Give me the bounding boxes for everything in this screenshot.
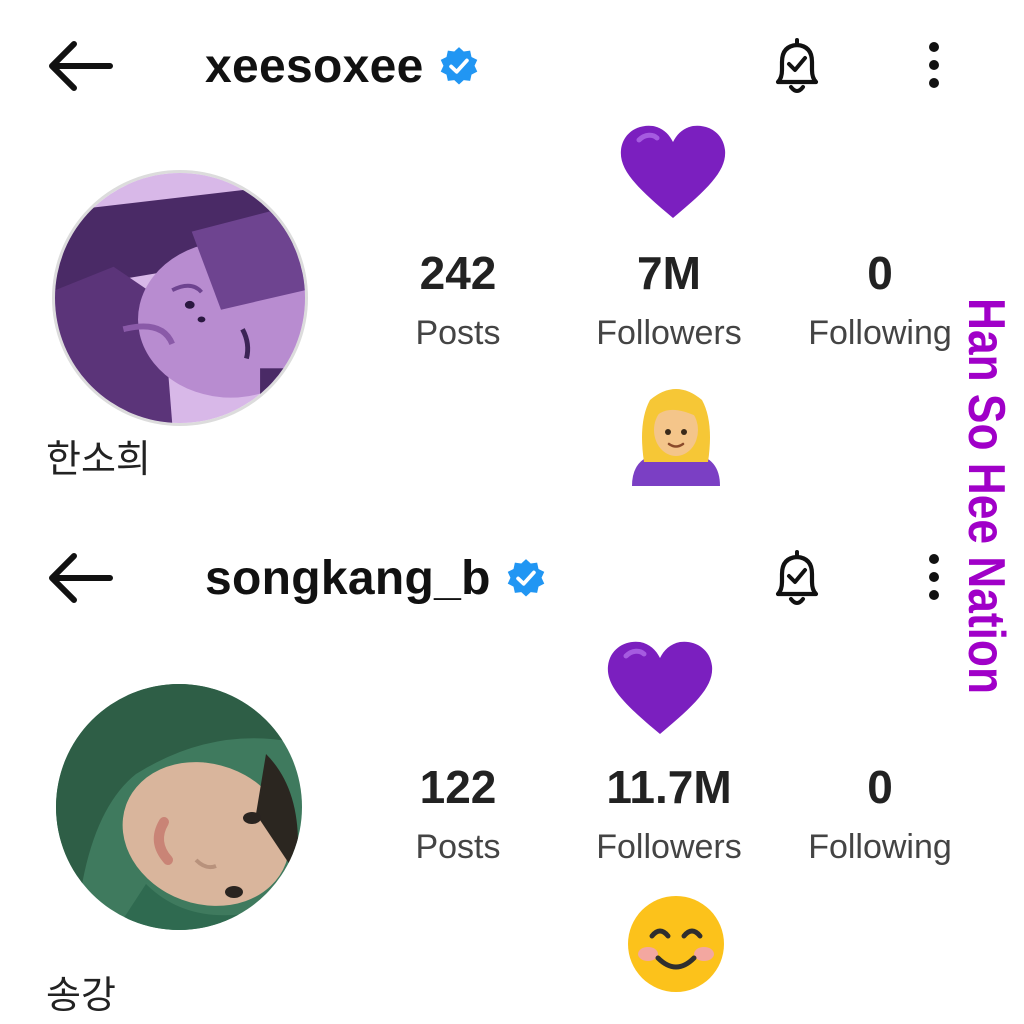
stat-posts-label: Posts	[415, 828, 501, 866]
stat-followers[interactable]: 11.7M Followers	[576, 760, 762, 868]
more-options-button[interactable]	[912, 548, 956, 608]
back-button[interactable]	[44, 548, 116, 608]
stat-followers-value: 11.7M	[606, 761, 732, 813]
verified-badge-icon	[505, 557, 547, 599]
purple-heart-emoji	[617, 122, 729, 222]
verified-badge-icon	[438, 45, 480, 87]
stat-followers-value: 7M	[637, 247, 701, 299]
notifications-button[interactable]	[764, 34, 830, 100]
back-button[interactable]	[44, 36, 116, 96]
username: songkang_b	[205, 551, 491, 605]
more-vertical-icon	[929, 42, 939, 88]
avatar[interactable]	[52, 170, 308, 426]
bell-check-icon	[775, 550, 819, 605]
stat-posts-value: 122	[419, 761, 497, 813]
purple-heart-emoji	[604, 638, 716, 738]
username: xeesoxee	[205, 39, 424, 93]
notifications-button[interactable]	[764, 546, 830, 612]
more-vertical-icon	[929, 554, 939, 600]
stat-following-value: 0	[867, 247, 893, 299]
profile-header: songkang_b	[205, 546, 547, 610]
stat-following-value: 0	[867, 761, 893, 813]
full-name: 한소희	[46, 439, 151, 481]
stat-following-label: Following	[808, 314, 952, 352]
stat-following-label: Following	[808, 828, 952, 866]
arrow-left-icon	[49, 41, 113, 91]
profile-card-1: xeesoxee 한소희 242 Posts 7M Followers 0 Fo…	[0, 0, 1024, 512]
avatar[interactable]	[56, 684, 302, 930]
full-name: 송강	[46, 975, 116, 1017]
more-options-button[interactable]	[912, 36, 956, 96]
profile-card-2: songkang_b 송강 122 Posts 11.7M Followers …	[0, 512, 1024, 1024]
stat-followers[interactable]: 7M Followers	[576, 246, 762, 354]
smiling-face-blush-emoji	[624, 892, 728, 996]
stat-posts-value: 242	[419, 247, 497, 299]
woman-blonde-emoji	[624, 382, 728, 486]
stat-posts-label: Posts	[415, 314, 501, 352]
stat-following[interactable]: 0 Following	[790, 760, 970, 868]
stat-following[interactable]: 0 Following	[790, 246, 970, 354]
stat-posts[interactable]: 242 Posts	[388, 246, 528, 354]
watermark-text: Han So Hee Nation	[966, 298, 1015, 694]
arrow-left-icon	[49, 553, 113, 603]
stat-followers-label: Followers	[596, 828, 742, 866]
stat-followers-label: Followers	[596, 314, 742, 352]
profile-header: xeesoxee	[205, 34, 480, 98]
stat-posts[interactable]: 122 Posts	[388, 760, 528, 868]
watermark: Han So Hee Nation	[966, 296, 1024, 696]
bell-check-icon	[775, 38, 819, 93]
